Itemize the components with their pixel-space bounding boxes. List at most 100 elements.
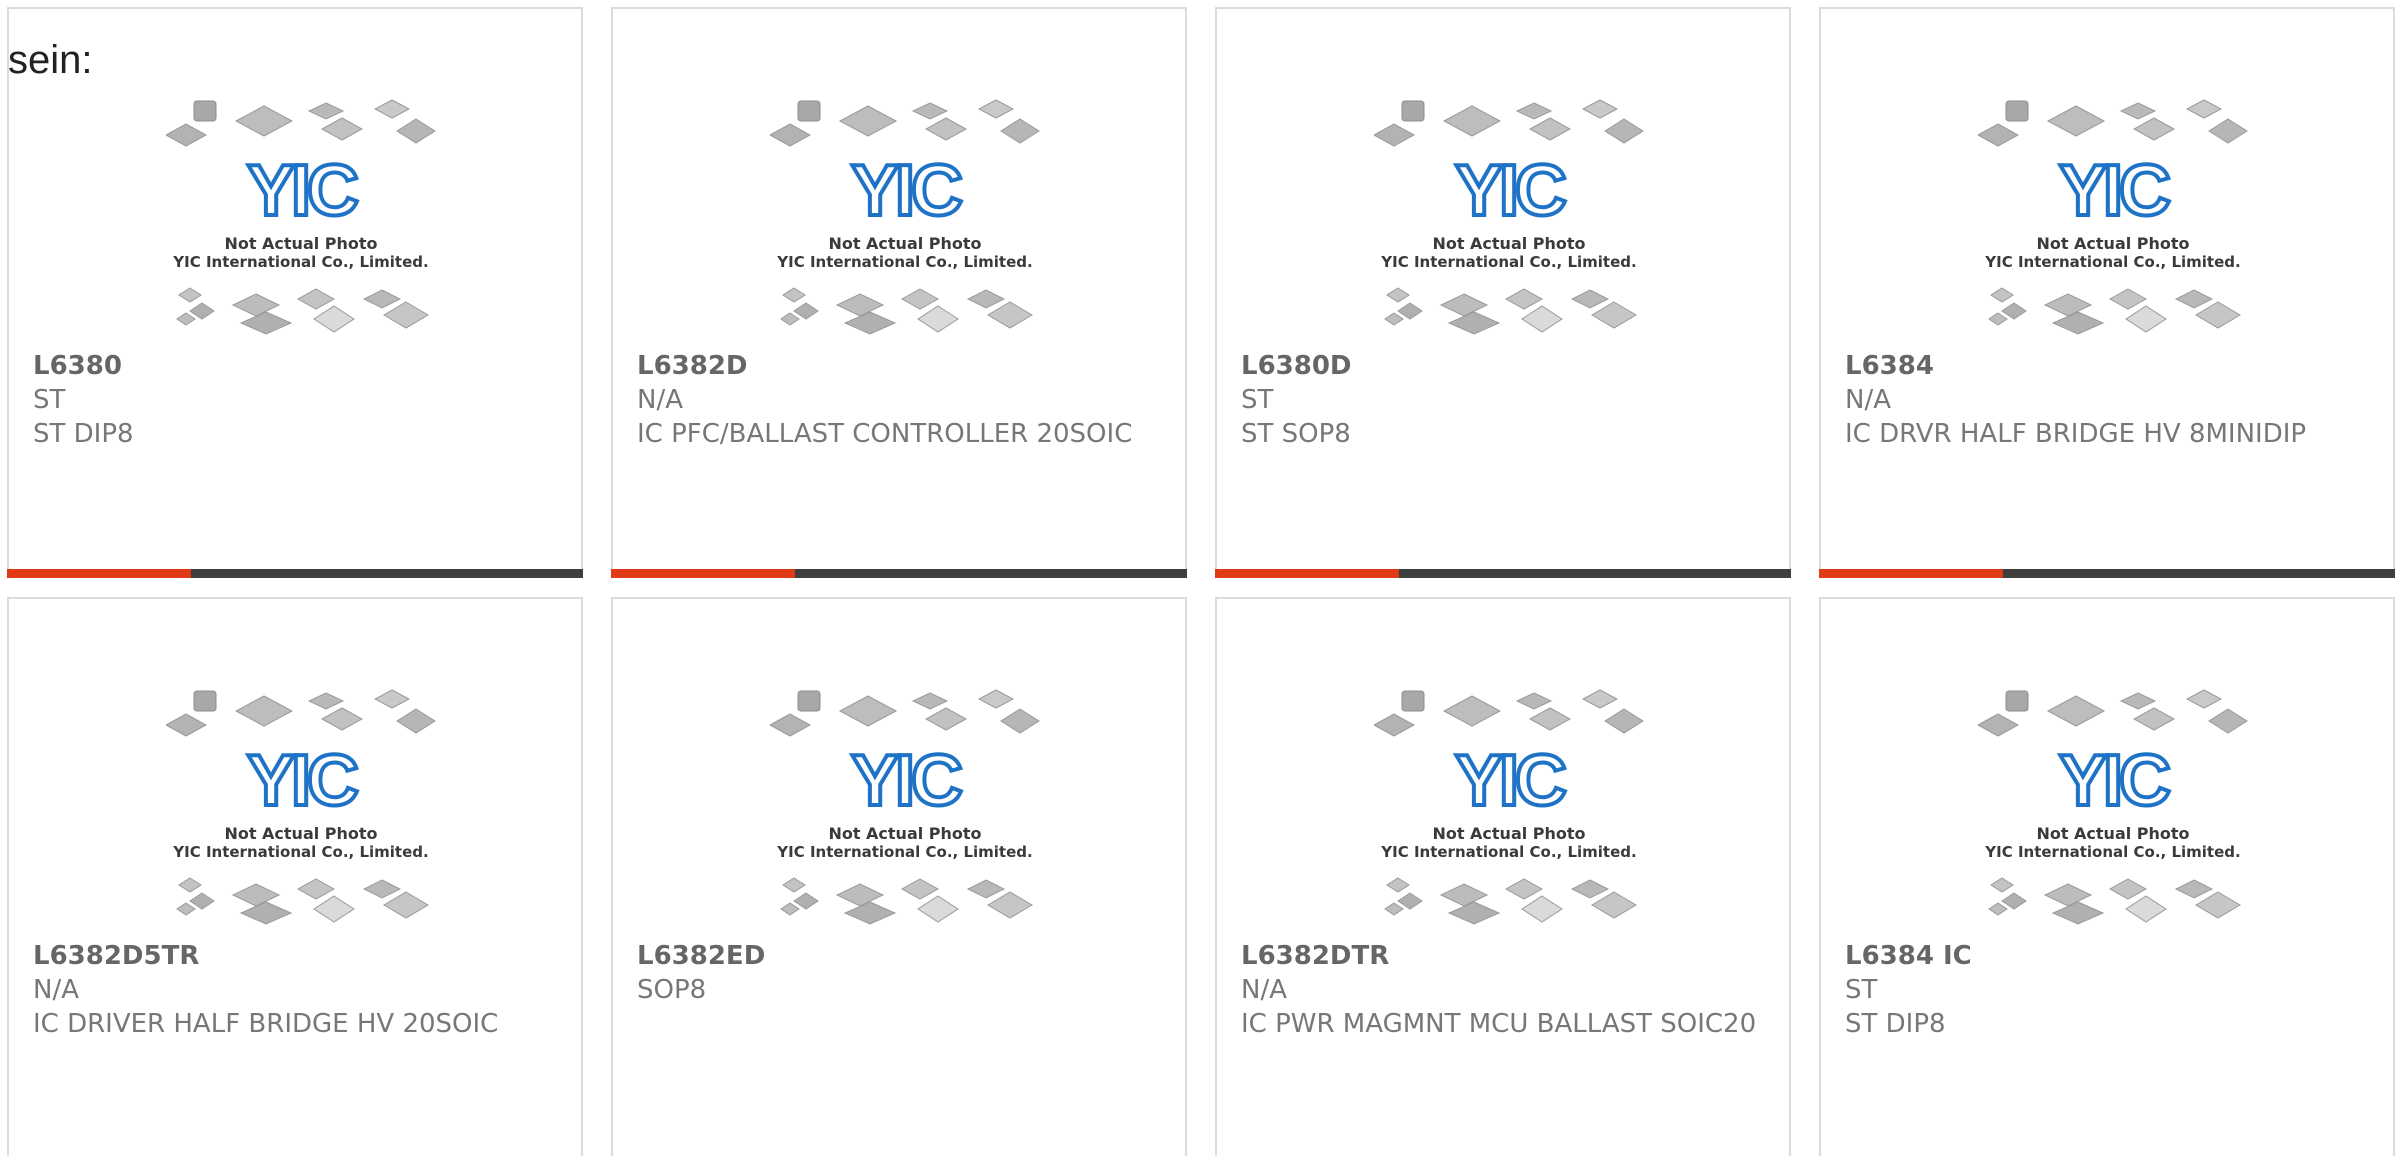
chip-icon <box>2119 102 2157 120</box>
chip-icon <box>2208 118 2248 144</box>
chip-icon <box>2043 293 2093 317</box>
chip-icon <box>2208 708 2248 734</box>
chip-icon <box>2001 302 2027 320</box>
chip-icon <box>780 902 800 916</box>
part-number[interactable]: L6382ED <box>637 941 765 971</box>
chip-collage-graphic: YIC Not Actual PhotoYIC International Co.… <box>770 689 1040 925</box>
product-card[interactable]: YIC Not Actual Photo YIC International Co.… <box>611 597 1187 1156</box>
company-label: YIC International Co., Limited. <box>1984 843 2240 861</box>
chip-icon <box>917 895 959 923</box>
part-number[interactable]: L6380 <box>33 351 122 381</box>
chip-icon <box>2174 879 2214 899</box>
product-card[interactable]: YIC Not Actual Photo YIC International Co.… <box>1819 7 2395 578</box>
yic-logo: YIC <box>851 151 962 231</box>
top-chip-group <box>1374 99 1644 147</box>
part-number[interactable]: L6382DTR <box>1241 941 1389 971</box>
product-placeholder-image[interactable]: YIC Not Actual Photo YIC International Co.… <box>770 99 1040 339</box>
chip-icon <box>782 287 806 303</box>
chip-icon <box>1521 895 1563 923</box>
product-card[interactable]: YIC Not Actual Photo YIC International Co.… <box>7 597 583 1156</box>
chip-icon <box>296 878 336 900</box>
chip-icon <box>2119 692 2157 710</box>
product-info: L6382D5TR N/A IC DRIVER HALF BRIDGE HV 2… <box>33 939 557 1041</box>
company-label: YIC International Co., Limited. <box>1380 253 1636 271</box>
manufacturer: SOP8 <box>637 975 707 1005</box>
part-number[interactable]: L6380D <box>1241 351 1352 381</box>
product-card[interactable]: YIC Not Actual Photo YIC International Co.… <box>1819 597 2395 1156</box>
chip-icon <box>1581 689 1619 709</box>
part-number[interactable]: L6384 <box>1845 351 1934 381</box>
chip-icon <box>383 301 429 329</box>
chip-icon <box>231 883 281 907</box>
chip-icon <box>1401 100 1425 122</box>
chip-icon <box>1439 293 1489 317</box>
product-info: L6384 N/A IC DRVR HALF BRIDGE HV 8MINIDI… <box>1845 349 2369 451</box>
chip-icon <box>966 289 1006 309</box>
chip-icon <box>239 901 293 925</box>
top-chip-group <box>770 99 1040 147</box>
chip-icon <box>320 707 364 731</box>
chip-icon <box>178 287 202 303</box>
chip-icon <box>1442 105 1502 137</box>
chip-icon <box>1978 713 2020 737</box>
part-number[interactable]: L6384 IC <box>1845 941 1972 971</box>
bar-accent <box>1819 569 2003 578</box>
chip-icon <box>1374 123 1416 147</box>
chip-icon <box>1397 302 1423 320</box>
chip-icon <box>1528 117 1572 141</box>
chip-icon <box>900 878 940 900</box>
chip-icon <box>911 692 949 710</box>
chip-icon <box>1978 123 2020 147</box>
chip-icon <box>1570 289 1610 309</box>
product-placeholder-image[interactable]: YIC Not Actual Photo YIC International Co.… <box>166 99 436 339</box>
product-placeholder-image[interactable]: YIC Not Actual Photo YIC International Co.… <box>166 689 436 929</box>
product-card[interactable]: YIC Not Actual Photo YIC International Co.… <box>1215 7 1791 578</box>
description: ST SOP8 <box>1241 419 1351 449</box>
product-placeholder-image[interactable]: YIC Not Actual Photo YIC International Co.… <box>1978 99 2248 339</box>
yic-logo: YIC <box>1455 151 1566 231</box>
top-chip-group <box>166 689 436 737</box>
card-footer-bar <box>1819 569 2395 578</box>
not-actual-photo-label: Not Actual Photo <box>2036 824 2189 843</box>
company-label: YIC International Co., Limited. <box>1380 843 1636 861</box>
part-number[interactable]: L6382D5TR <box>33 941 199 971</box>
bottom-chip-group <box>176 877 429 925</box>
chip-icon <box>1988 902 2008 916</box>
bar-rest <box>191 569 583 578</box>
bar-accent <box>7 569 191 578</box>
chip-icon <box>1591 891 1637 919</box>
product-card[interactable]: YIC Not Actual Photo YIC International Co.… <box>7 7 583 578</box>
chip-icon <box>234 695 294 727</box>
product-placeholder-image[interactable]: YIC Not Actual Photo YIC International Co.… <box>1978 689 2248 929</box>
chip-icon <box>2132 117 2176 141</box>
product-placeholder-image[interactable]: YIC Not Actual Photo YIC International Co.… <box>1374 689 1644 929</box>
chip-icon <box>178 877 202 893</box>
top-chip-group <box>1978 689 2248 737</box>
chip-icon <box>231 293 281 317</box>
yic-logo: YIC <box>247 741 358 821</box>
chip-icon <box>977 689 1015 709</box>
card-footer-bar <box>611 569 1187 578</box>
chip-icon <box>1374 713 1416 737</box>
chip-icon <box>793 302 819 320</box>
part-number[interactable]: L6382D <box>637 351 748 381</box>
chip-icon <box>770 713 812 737</box>
manufacturer: ST <box>1241 385 1274 415</box>
chip-icon <box>1570 879 1610 899</box>
chip-icon <box>1515 692 1553 710</box>
chip-icon <box>396 118 436 144</box>
chip-icon <box>1386 287 1410 303</box>
top-chip-group <box>166 99 436 147</box>
not-actual-photo-label: Not Actual Photo <box>2036 234 2189 253</box>
product-info: L6382ED SOP8 <box>637 939 1161 1007</box>
product-placeholder-image[interactable]: YIC Not Actual Photo YIC International Co.… <box>1374 99 1644 339</box>
bottom-chip-group <box>1988 287 2241 335</box>
product-card[interactable]: YIC Not Actual Photo YIC International Co.… <box>611 7 1187 578</box>
chip-icon <box>780 312 800 326</box>
description: IC PFC/BALLAST CONTROLLER 20SOIC <box>637 419 1133 449</box>
bottom-chip-group <box>780 877 1033 925</box>
product-info: L6382DTR N/A IC PWR MAGMNT MCU BALLAST S… <box>1241 939 1765 1041</box>
chip-icon <box>1604 118 1644 144</box>
product-placeholder-image[interactable]: YIC Not Actual Photo YIC International Co.… <box>770 689 1040 929</box>
product-card[interactable]: YIC Not Actual Photo YIC International Co.… <box>1215 597 1791 1156</box>
